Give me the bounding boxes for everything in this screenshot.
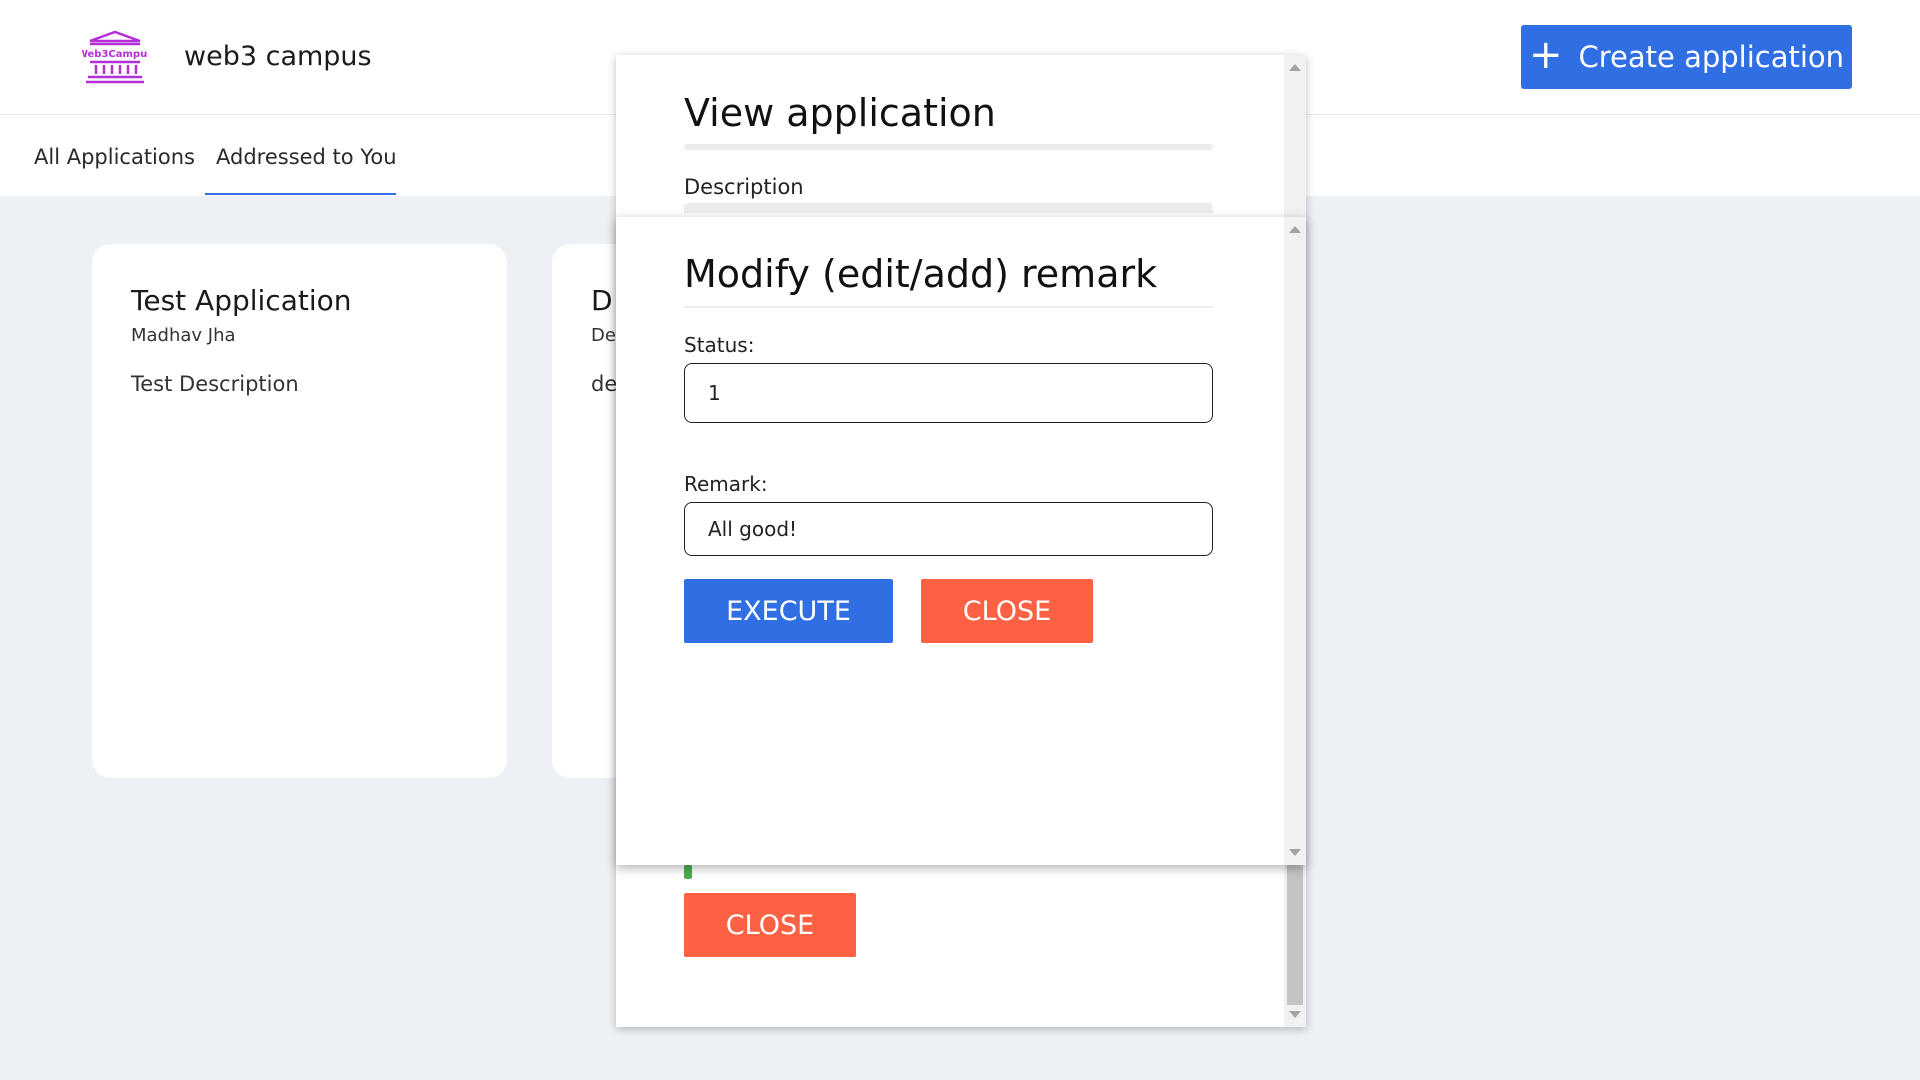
active-tab-indicator: [205, 193, 396, 195]
card-description: Test Description: [131, 372, 299, 396]
modify-remark-modal: Modify (edit/add) remark Status: 1 Remar…: [616, 217, 1306, 865]
remark-label: Remark:: [684, 472, 768, 496]
brand-name: web3 campus: [184, 41, 372, 72]
status-label: Status:: [684, 333, 755, 357]
logo-wordmark: Web3Campus: [82, 49, 148, 60]
description-field: [684, 203, 1213, 213]
scrollbar-thumb[interactable]: [1287, 865, 1303, 1005]
web3campus-logo[interactable]: Web3Campus: [77, 30, 153, 86]
create-application-label: Create application: [1578, 40, 1845, 74]
tab-addressed-to-you[interactable]: Addressed to You: [216, 145, 397, 169]
remark-modal-close-button[interactable]: CLOSE: [921, 579, 1093, 643]
view-modal-close-button[interactable]: CLOSE: [684, 893, 856, 957]
card-title: Test Application: [131, 284, 352, 317]
status-input[interactable]: 1: [684, 363, 1213, 423]
remark-modal-title: Modify (edit/add) remark: [684, 252, 1158, 296]
status-indicator: [684, 865, 692, 879]
description-label: Description: [684, 175, 804, 199]
card-author: De: [591, 325, 616, 346]
title-divider: [684, 306, 1213, 308]
remark-modal-scrollbar[interactable]: [1284, 217, 1306, 865]
tab-all-applications[interactable]: All Applications: [34, 145, 195, 169]
remark-input[interactable]: All good!: [684, 502, 1213, 556]
scroll-down-arrow-icon[interactable]: [1289, 849, 1301, 856]
scroll-up-arrow-icon[interactable]: [1289, 64, 1301, 71]
scroll-up-arrow-icon[interactable]: [1289, 226, 1301, 233]
view-modal-title: View application: [684, 91, 996, 135]
card-description: de: [591, 372, 618, 396]
scroll-down-arrow-icon[interactable]: [1289, 1011, 1301, 1018]
execute-button[interactable]: EXECUTE: [684, 579, 893, 643]
card-title: D: [591, 284, 613, 317]
create-application-button[interactable]: + Create application: [1521, 25, 1852, 89]
title-divider: [684, 144, 1213, 150]
application-card[interactable]: Test Application Madhav Jha Test Descrip…: [92, 244, 507, 778]
plus-icon: +: [1528, 32, 1563, 78]
card-author: Madhav Jha: [131, 325, 236, 346]
